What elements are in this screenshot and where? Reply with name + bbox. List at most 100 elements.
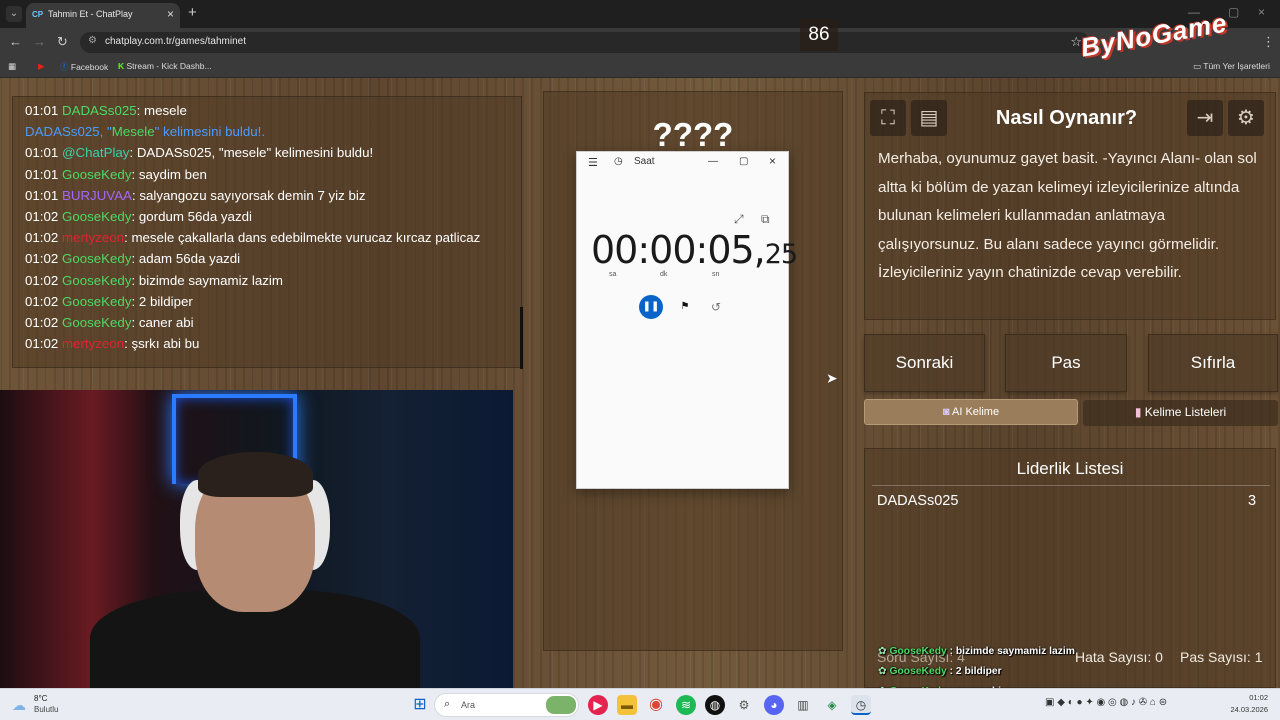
windows-start-icon[interactable]: ⊞: [410, 695, 430, 715]
discord-icon[interactable]: ◕: [764, 695, 784, 715]
streamer-hair: [198, 452, 313, 497]
chat-time: 01:01: [25, 145, 62, 161]
chat-message: 01:02 GooseKedy: gordum 56da yazdi: [25, 206, 509, 227]
leaderboard-divider: [872, 485, 1270, 486]
tab-bar: ⌄ CP Tahmin Et - ChatPlay × + — ▢ ×: [0, 0, 1280, 28]
chat-username[interactable]: GooseKedy: [62, 209, 131, 224]
notepad-icon[interactable]: ▥: [793, 695, 813, 715]
settings-app-icon[interactable]: ⚙: [734, 695, 754, 715]
leaderboard-row-score: 3: [1248, 493, 1257, 509]
media-app-icon[interactable]: ▶: [588, 695, 608, 715]
site-info-icon[interactable]: ⚙: [88, 35, 97, 46]
fullscreen-icon[interactable]: ⛶: [870, 100, 906, 136]
bookmark-label: Stream - Kick Dashb...: [126, 61, 212, 71]
tray-icons[interactable]: ▣ ◆ ◐ ● ✦ ◉ ◎ ◍ ♪ ✇ ⌂ ⊜: [1045, 697, 1167, 708]
pass-count: Pas Sayısı: 1: [1180, 649, 1263, 665]
chat-username[interactable]: BURJUVAA: [62, 188, 132, 203]
chat-text: : mesele: [136, 103, 187, 118]
leaderboard-row-name: DADASs025: [877, 493, 959, 509]
apps-grid-icon[interactable]: ▦: [8, 61, 16, 72]
back-icon[interactable]: ←: [9, 34, 22, 49]
book-icon: ▮: [1134, 405, 1142, 419]
word-lists-button[interactable]: ▮ Kelime Listeleri: [1083, 400, 1278, 426]
chat-message: 01:02 mertyzeon: şsrkı abi bu: [25, 333, 509, 354]
all-bookmarks[interactable]: ▭ Tüm Yer İşaretleri: [1193, 61, 1270, 72]
search-highlight-icon: [546, 696, 576, 714]
forward-icon[interactable]: →: [33, 34, 46, 49]
chat-username[interactable]: GooseKedy: [62, 167, 131, 182]
file-explorer-icon[interactable]: ▬: [617, 695, 637, 715]
reload-icon[interactable]: ↻: [57, 34, 68, 50]
chat-text: : caner abi: [131, 315, 194, 331]
maximize-icon[interactable]: ▢: [1228, 5, 1239, 19]
cloud-icon: ☁: [12, 697, 26, 713]
pass-button[interactable]: Pas: [1005, 334, 1127, 392]
chat-lines: 01:01 DADASs025: mesele DADASs025, "Mesel…: [25, 100, 509, 354]
chat-message: 01:01 BURJUVAA: salyangozu sayıyorsak de…: [25, 185, 509, 206]
clock-app-window: ☰ ◷ Saat — ▢ × ⤢ ⧉ 00:00:05,25 sa dk sn …: [576, 151, 798, 489]
stopwatch-main: 00:00:05,: [591, 228, 766, 272]
lap-flag-button[interactable]: ⚑: [676, 298, 694, 316]
word-lists-label: Kelime Listeleri: [1144, 405, 1227, 419]
hamburger-menu-icon[interactable]: ☰: [588, 156, 598, 169]
robot-icon: ◙: [942, 406, 950, 418]
taskbar-search[interactable]: ⌕ Ara: [434, 693, 579, 717]
chat-username[interactable]: GooseKedy: [62, 273, 131, 288]
chat-scrollbar[interactable]: [520, 307, 523, 369]
obs-icon[interactable]: ◍: [705, 695, 725, 715]
tab-search-button[interactable]: ⌄: [6, 6, 22, 22]
stopwatch-ms: 25: [764, 239, 798, 270]
clock-app-taskbar-icon[interactable]: ◷: [851, 695, 871, 715]
chat-text: : 2 bildiper: [131, 293, 193, 309]
error-count: Hata Sayısı: 0: [1075, 649, 1163, 665]
close-window-icon[interactable]: ×: [1258, 5, 1265, 19]
browser-tab[interactable]: CP Tahmin Et - ChatPlay ×: [26, 3, 180, 28]
reset-game-button[interactable]: Sıfırla: [1148, 334, 1278, 392]
ai-word-button[interactable]: ◙ AI Kelime: [864, 399, 1078, 425]
bookmark-label: Facebook: [70, 62, 109, 72]
unit-hours: sa: [609, 271, 617, 278]
clock-title: Saat: [634, 156, 655, 167]
overlay-chat-message: ✿ GooseKedy : bizimde saymamiz lazim: [878, 645, 1075, 657]
badge-icon: ✿: [878, 646, 890, 657]
bookmark-kick[interactable]: K Stream - Kick Dashb...: [118, 61, 212, 71]
expand-icon[interactable]: ⤢: [734, 212, 744, 227]
next-button[interactable]: Sonraki: [864, 334, 985, 392]
chat-username[interactable]: GooseKedy: [62, 315, 131, 330]
chrome-icon[interactable]: ◉: [646, 695, 666, 715]
weather-desc: Bulutlu: [34, 705, 59, 714]
chat-text: : bizimde saymamiz lazim: [131, 272, 283, 288]
close-tab-icon[interactable]: ×: [167, 7, 174, 21]
system-message-end: " kelimesini buldu!.: [154, 124, 266, 140]
address-bar[interactable]: ⚙ chatplay.com.tr/games/tahminet ☆: [80, 32, 1090, 53]
youtube-icon[interactable]: ▶: [38, 61, 45, 72]
chat-username[interactable]: mertyzeon: [62, 230, 124, 245]
chat-username[interactable]: GooseKedy: [62, 294, 131, 309]
system-clock[interactable]: 01:02 24.03.2026: [1230, 692, 1268, 716]
chat-time: 01:02: [25, 315, 62, 331]
spotify-icon[interactable]: ≋: [676, 695, 696, 715]
reset-button[interactable]: ↺: [707, 298, 725, 316]
compact-overlay-icon[interactable]: ⧉: [761, 212, 770, 227]
system-word: Mesele: [111, 124, 155, 140]
chat-message: 01:02 GooseKedy: 2 bildiper: [25, 291, 509, 312]
chatplay-favicon-icon: CP: [32, 10, 44, 19]
app-icon[interactable]: ◈: [822, 695, 842, 715]
notes-icon[interactable]: ▤: [911, 100, 947, 136]
settings-gear-icon[interactable]: ⚙: [1228, 100, 1264, 136]
minimize-icon[interactable]: —: [708, 156, 718, 167]
chat-username[interactable]: mertyzeon: [62, 336, 124, 351]
chat-username[interactable]: DADASs025: [62, 103, 137, 118]
bookmark-facebook[interactable]: ⓕ Facebook: [60, 61, 108, 73]
chat-message: 01:01 @ChatPlay: DADASs025, "mesele" kel…: [25, 142, 509, 163]
menu-icon[interactable]: ⋮: [1262, 34, 1275, 50]
pause-button[interactable]: ❚❚: [639, 295, 663, 319]
exit-icon[interactable]: ⇥: [1187, 100, 1223, 136]
chat-username[interactable]: GooseKedy: [62, 251, 131, 266]
chat-username[interactable]: @ChatPlay: [62, 145, 129, 160]
close-icon[interactable]: ×: [769, 154, 776, 168]
system-date: 24.03.2026: [1230, 705, 1268, 714]
chat-time: 01:02: [25, 293, 62, 309]
new-tab-icon[interactable]: +: [188, 4, 197, 21]
maximize-icon[interactable]: ▢: [739, 156, 748, 167]
